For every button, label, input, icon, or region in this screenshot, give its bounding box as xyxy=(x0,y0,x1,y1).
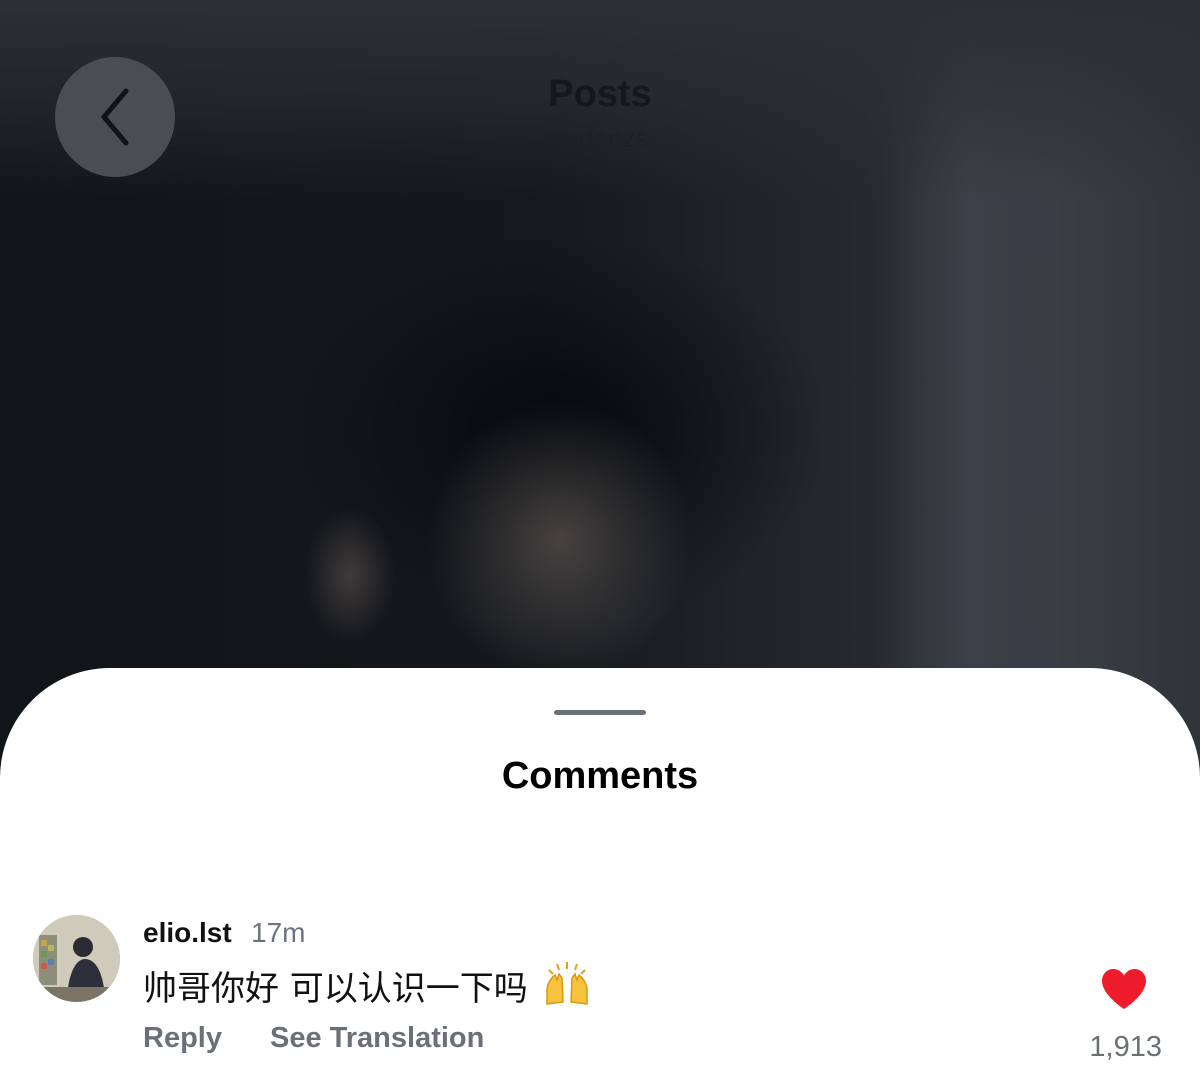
avatar[interactable] xyxy=(33,915,120,1002)
comment-timestamp: 17m xyxy=(251,917,306,948)
page-header: Posts aydenzs xyxy=(0,70,1200,158)
comment-text: 帅哥你好 可以认识一下吗 xyxy=(143,962,591,1011)
page-title: Posts xyxy=(548,73,652,115)
see-translation-button[interactable]: See Translation xyxy=(270,1018,484,1058)
page-subtitle-username: aydenzs xyxy=(551,123,649,153)
comment-item: elio.lst 17m 帅哥你好 可以认识一下吗 Reply See Tran… xyxy=(0,912,1200,1071)
like-count: 1,913 xyxy=(1089,1031,1162,1063)
comment-text-body: 帅哥你好 可以认识一下吗 xyxy=(143,969,528,1009)
comments-sheet: Comments elio.lst 17m 帅哥你好 可以认识一下吗 Reply… xyxy=(0,668,1200,1071)
raising-hands-emoji-icon xyxy=(545,962,588,1005)
sheet-title: Comments xyxy=(501,755,699,797)
comment-username[interactable]: elio.lst xyxy=(143,915,232,951)
reply-button[interactable]: Reply xyxy=(143,1018,222,1058)
heart-icon[interactable] xyxy=(1100,968,1148,1010)
sheet-grabber[interactable] xyxy=(554,710,646,715)
avatar-photo xyxy=(33,915,120,1002)
